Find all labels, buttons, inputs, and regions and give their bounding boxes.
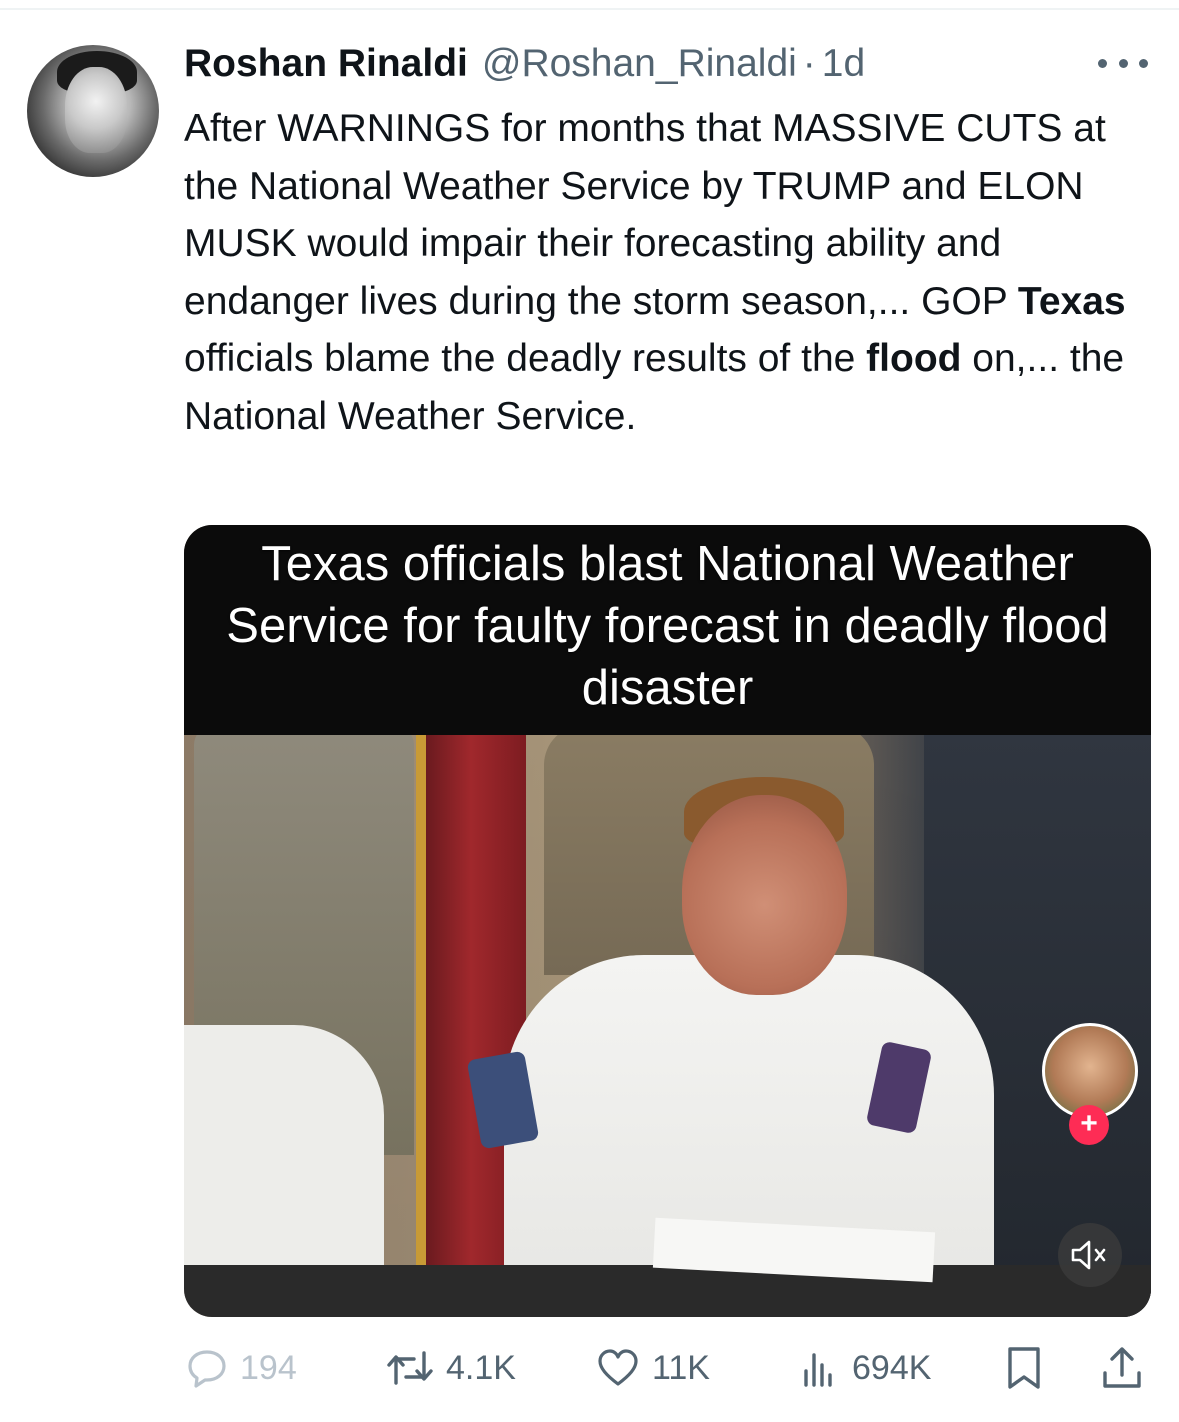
repost-button[interactable]: 4.1K [386, 1340, 516, 1396]
tweet-text-part: officials blame the deadly results of th… [184, 337, 867, 380]
like-button[interactable]: 11K [596, 1340, 710, 1396]
views-button[interactable]: 694K [800, 1340, 931, 1396]
more-icon[interactable] [1098, 48, 1148, 78]
more-dot [1139, 58, 1148, 68]
author-avatar[interactable] [27, 45, 159, 177]
like-count: 11K [652, 1348, 710, 1387]
more-dot [1118, 58, 1128, 68]
top-divider [0, 8, 1179, 10]
reply-button[interactable]: 194 [186, 1340, 297, 1396]
avatar-face [65, 67, 127, 153]
repost-count: 4.1K [446, 1348, 516, 1387]
mute-icon[interactable] [1058, 1223, 1122, 1287]
follow-button[interactable]: + [1069, 1105, 1109, 1145]
like-icon [598, 1349, 638, 1386]
tweet-text-part: After WARNINGS for months that MASSIVE C… [184, 107, 1106, 323]
share-icon [1103, 1347, 1141, 1388]
author-name[interactable]: Roshan Rinaldi [184, 42, 468, 86]
bookmark-button[interactable] [1004, 1340, 1044, 1396]
views-count: 694K [852, 1348, 932, 1387]
tweet-text-bold: Texas [1017, 279, 1126, 323]
bookmark-icon [1008, 1347, 1040, 1389]
more-dot [1098, 58, 1107, 68]
video-media[interactable]: Texas officials blast National Weather S… [184, 525, 1151, 1317]
mute-icon-glyph [1071, 1240, 1106, 1270]
video-speaker-head [682, 795, 847, 995]
header-separator: · [802, 42, 816, 85]
video-headline: Texas officials blast National Weather S… [226, 537, 1109, 715]
tweet-text-bold: flood [866, 337, 962, 380]
video-desk [184, 1265, 1151, 1317]
views-icon [804, 1353, 832, 1387]
tweet-actions: 194 4.1K 11K 694K [186, 1340, 1148, 1396]
reply-icon [188, 1350, 226, 1388]
tweet-header: Roshan Rinaldi @Roshan_Rinaldi · 1d [184, 42, 865, 92]
reply-count: 194 [240, 1348, 297, 1387]
author-handle[interactable]: @Roshan_Rinaldi [482, 42, 797, 86]
tweet-text: After WARNINGS for months that MASSIVE C… [184, 100, 1159, 445]
share-button[interactable] [1100, 1340, 1144, 1396]
repost-icon [387, 1351, 433, 1385]
tweet-time[interactable]: 1d [822, 42, 865, 86]
